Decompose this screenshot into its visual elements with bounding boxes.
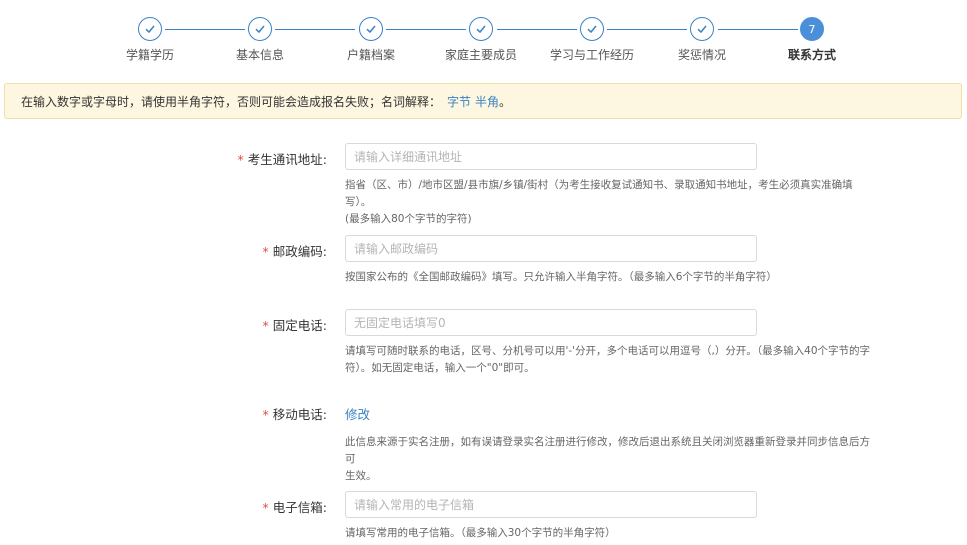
phone-input[interactable]: [345, 309, 757, 336]
phone-hint: 请填写可随时联系的电话，区号、分机号可以用'-'分开，多个电话可以用逗号（,）分…: [345, 345, 871, 374]
check-icon: [469, 17, 493, 41]
email-input[interactable]: [345, 491, 757, 518]
check-icon: [138, 17, 162, 41]
step-number: 7: [800, 17, 824, 41]
notice-banner: 在输入数字或字母时，请使用半角字符，否则可能会造成报名失败；名词解释： 字节 半…: [4, 83, 962, 119]
notice-end: 。: [499, 94, 512, 109]
required-mark: *: [262, 318, 269, 333]
notice-text: 在输入数字或字母时，请使用半角字符，否则可能会造成报名失败；名词解释：: [21, 94, 442, 109]
required-mark: *: [237, 152, 244, 167]
email-label: * 电子信箱:: [262, 500, 327, 515]
required-mark: *: [262, 500, 269, 515]
phone-label: * 固定电话:: [262, 318, 327, 333]
required-mark: *: [262, 244, 269, 259]
edit-mobile-link[interactable]: 修改: [345, 404, 370, 423]
check-icon: [248, 17, 272, 41]
mobile-hint: 此信息来源于实名注册，如有误请登录实名注册进行修改，修改后退出系统且关闭浏览器重…: [345, 436, 870, 482]
progress-steps: 学籍学历 基本信息 户籍档案 家庭主要成员 学习与工作经历 奖惩情况 7 联系方…: [0, 0, 967, 76]
email-hint: 请填写常用的电子信箱。（最多输入30个字节的半角字符）: [345, 527, 616, 539]
address-hint: 指省（区、市）/地市区盟/县市旗/乡镇/街村（为考生接收复试通知书、录取通知书地…: [345, 179, 853, 225]
check-icon: [359, 17, 383, 41]
postcode-hint: 按国家公布的《全国邮政编码》填写。只允许输入半角字符。（最多输入6个字节的半角字…: [345, 271, 777, 283]
byte-link[interactable]: 字节: [447, 93, 471, 110]
step-contact[interactable]: 7 联系方式: [742, 17, 882, 63]
check-icon: [580, 17, 604, 41]
check-icon: [690, 17, 714, 41]
postcode-input[interactable]: [345, 235, 757, 262]
mobile-label: * 移动电话:: [262, 407, 327, 422]
required-mark: *: [262, 407, 269, 422]
address-input[interactable]: [345, 143, 757, 170]
step-label: 联系方式: [787, 48, 836, 62]
address-label: * 考生通讯地址:: [237, 152, 327, 167]
postcode-label: * 邮政编码:: [262, 244, 327, 259]
half-width-link[interactable]: 半角: [475, 93, 499, 110]
